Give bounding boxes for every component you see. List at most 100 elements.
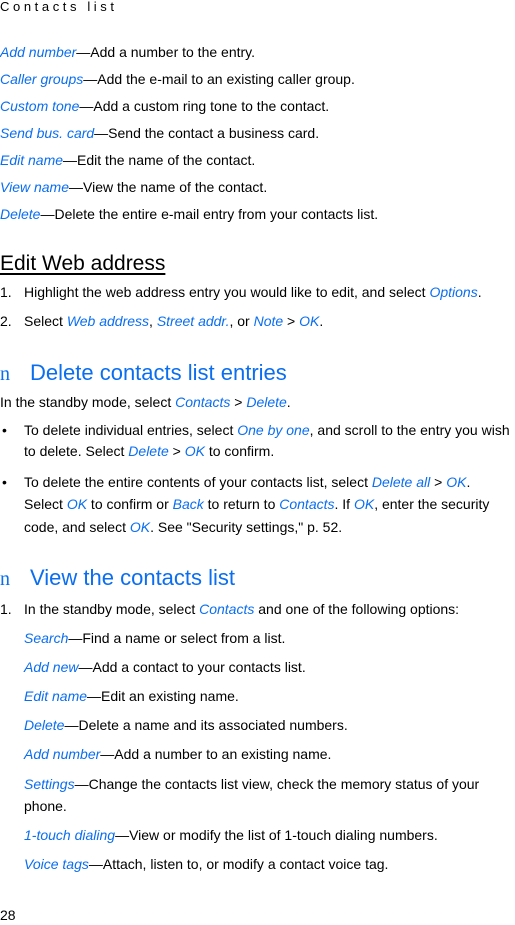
bullet-item-cont: Select OK to confirm or Back to return t… xyxy=(24,495,489,513)
text: , and scroll to the entry you wish xyxy=(309,422,510,438)
bullet-item-cont: to delete. Select Delete > OK to confirm… xyxy=(24,442,274,460)
menu-term: Delete all xyxy=(371,474,431,490)
page-number: 28 xyxy=(0,907,16,923)
text: to return to xyxy=(203,496,280,512)
punct: > xyxy=(168,443,185,459)
option-desc: —Change the contacts list view, check th… xyxy=(74,776,480,792)
option-desc: —Add a number to an existing name. xyxy=(100,746,332,762)
punct: > xyxy=(283,313,300,329)
list-item-cont: phone. xyxy=(24,797,67,815)
option-desc: —Edit an existing name. xyxy=(87,688,239,704)
text: and one of the following options: xyxy=(254,601,460,617)
option-term: Delete xyxy=(24,717,65,733)
bullet-dot-icon: • xyxy=(2,422,7,438)
list-item: Caller groups—Add the e-mail to an exist… xyxy=(0,70,355,88)
list-item: 1-touch dialing—View or modify the list … xyxy=(24,826,438,844)
section-bullet-icon: n xyxy=(0,568,10,590)
option-term: Voice tags xyxy=(24,856,89,872)
option-term: Settings xyxy=(24,776,75,792)
list-item: Custom tone—Add a custom ring tone to th… xyxy=(0,97,329,115)
intro-text: In the standby mode, select Contacts > D… xyxy=(0,393,291,411)
list-item: Delete—Delete the entire e-mail entry fr… xyxy=(0,205,378,223)
heading-text: View the contacts list xyxy=(30,565,236,590)
list-item: Add number—Add a number to an existing n… xyxy=(24,745,331,763)
menu-term: Delete xyxy=(246,394,287,410)
option-desc: —Edit the name of the contact. xyxy=(63,152,256,168)
option-desc: —Add a contact to your contacts list. xyxy=(78,659,306,675)
text: code, and select xyxy=(24,519,130,535)
option-term: Edit name xyxy=(0,152,64,168)
menu-term: OK xyxy=(66,496,88,512)
step-text: Highlight the web address entry you woul… xyxy=(24,284,430,300)
step-number: 2. xyxy=(0,313,12,329)
punct: , or xyxy=(229,313,254,329)
option-desc: —Add a number to the entry. xyxy=(76,44,256,60)
menu-term: Contacts xyxy=(175,394,231,410)
menu-term: OK xyxy=(184,443,205,459)
option-desc: —Delete a name and its associated number… xyxy=(64,717,348,733)
list-item: Send bus. card—Send the contact a busine… xyxy=(0,124,319,142)
option-desc: —Find a name or select from a list. xyxy=(68,630,286,646)
option-term: 1-touch dialing xyxy=(24,827,116,843)
text: In the standby mode, select xyxy=(0,394,176,410)
option-desc: —View or modify the list of 1-touch dial… xyxy=(115,827,438,843)
text: to delete. Select xyxy=(24,443,129,459)
option-desc: phone. xyxy=(24,798,67,814)
list-item: Settings—Change the contacts list view, … xyxy=(24,775,479,793)
text: . See "Security settings," p. 52. xyxy=(150,519,343,535)
heading-text: Delete contacts list entries xyxy=(30,360,287,385)
text: to confirm. xyxy=(204,443,275,459)
text: Select xyxy=(24,496,67,512)
option-term: View name xyxy=(0,179,70,195)
option-term: Send bus. card xyxy=(0,125,95,141)
punct: > xyxy=(230,394,247,410)
option-term: Custom tone xyxy=(0,98,80,114)
list-item: Edit name—Edit the name of the contact. xyxy=(0,151,255,169)
option-term: Delete xyxy=(0,206,41,222)
bullet-item-cont: code, and select OK. See "Security setti… xyxy=(24,518,342,536)
list-item: Voice tags—Attach, listen to, or modify … xyxy=(24,855,388,873)
bullet-item: • To delete individual entries, select On… xyxy=(2,421,510,439)
step-item: 2. Select Web address, Street addr., or N… xyxy=(0,312,324,330)
menu-term: Contacts xyxy=(279,496,335,512)
running-head: Contacts list xyxy=(0,0,118,14)
menu-term: Note xyxy=(253,313,284,329)
step-text: Select xyxy=(24,313,67,329)
list-item: Edit name—Edit an existing name. xyxy=(24,687,239,705)
punct: > xyxy=(430,474,447,490)
text: . If xyxy=(334,496,354,512)
text: To delete the entire contents of your co… xyxy=(24,474,372,490)
list-item: Add number—Add a number to the entry. xyxy=(0,43,255,61)
section-heading-edit-web: Edit Web address xyxy=(0,252,166,275)
menu-term: Street addr. xyxy=(156,313,230,329)
section-bullet-icon: n xyxy=(0,363,10,385)
step-item: 1. In the standby mode, select Contacts a… xyxy=(0,600,460,618)
menu-term: Web address xyxy=(66,313,150,329)
option-desc: —Add the e-mail to an existing caller gr… xyxy=(83,71,355,87)
punct: . xyxy=(477,284,482,300)
option-desc: —Delete the entire e-mail entry from you… xyxy=(40,206,379,222)
list-item: Delete—Delete a name and its associated … xyxy=(24,716,348,734)
list-item: Search—Find a name or select from a list… xyxy=(24,629,285,647)
step-item: 1. Highlight the web address entry you wo… xyxy=(0,283,482,301)
menu-term: OK xyxy=(129,519,151,535)
option-term: Caller groups xyxy=(0,71,84,87)
menu-term: Contacts xyxy=(199,601,255,617)
option-desc: —Attach, listen to, or modify a contact … xyxy=(88,856,389,872)
option-desc: —Add a custom ring tone to the contact. xyxy=(79,98,330,114)
menu-term: OK xyxy=(446,474,467,490)
section-heading-view: n View the contacts list xyxy=(0,565,235,592)
section-heading-delete: n Delete contacts list entries xyxy=(0,360,287,387)
option-term: Search xyxy=(24,630,69,646)
list-item: View name—View the name of the contact. xyxy=(0,178,267,196)
menu-term: One by one xyxy=(237,422,310,438)
punct: . xyxy=(286,394,291,410)
option-term: Add new xyxy=(24,659,79,675)
bullet-item: • To delete the entire contents of your c… xyxy=(2,473,471,491)
menu-term: Delete xyxy=(128,443,169,459)
step-number: 1. xyxy=(0,601,12,617)
punct: . xyxy=(466,474,471,490)
punct: . xyxy=(319,313,324,329)
punct: , xyxy=(149,313,157,329)
option-term: Add number xyxy=(24,746,101,762)
